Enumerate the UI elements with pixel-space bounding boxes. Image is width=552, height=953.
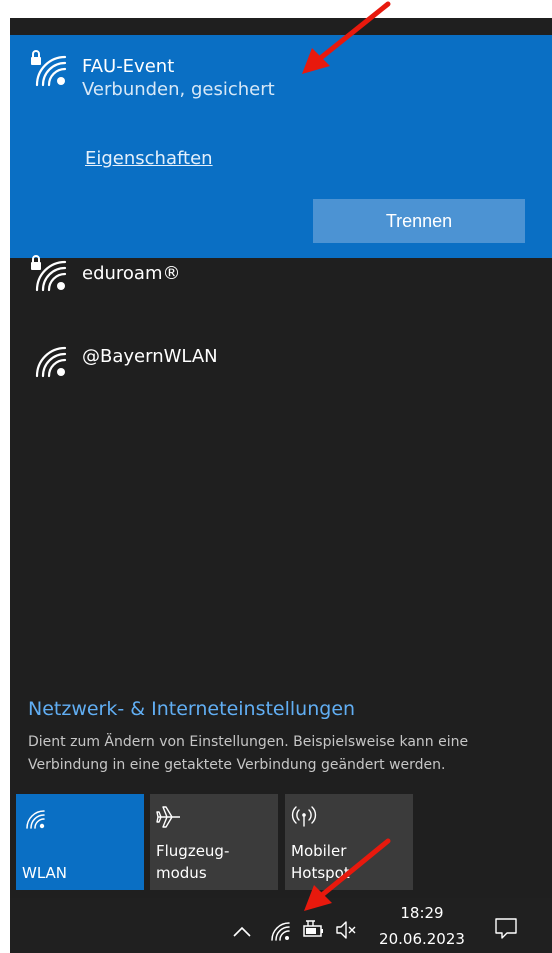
wifi-icon — [26, 810, 45, 829]
settings-description: Dient zum Ändern von Einstellungen. Beis… — [28, 734, 469, 773]
airplane-icon — [156, 806, 180, 828]
connected-network-status: Verbunden, gesichert — [82, 79, 275, 100]
annotation-arrow — [304, 838, 391, 911]
network-item-eduroam[interactable]: eduroam® — [10, 243, 552, 303]
battery-icon[interactable] — [301, 918, 325, 942]
chevron-up-icon[interactable] — [230, 920, 254, 944]
taskbar: 18:29 20.06.2023 — [10, 898, 552, 953]
properties-link[interactable]: Eigenschaften — [85, 148, 213, 169]
network-name: @BayernWLAN — [82, 346, 218, 367]
clock-date[interactable]: 20.06.2023 — [376, 930, 468, 948]
network-settings-link[interactable]: Netzwerk- & Interneteinstellungen — [28, 698, 355, 720]
network-item-bayernwlan[interactable]: @BayernWLAN — [10, 330, 552, 390]
wifi-icon — [35, 346, 67, 378]
annotation-arrow — [302, 1, 391, 74]
hotspot-icon — [291, 806, 317, 827]
tile-label: WLAN — [22, 864, 68, 882]
network-flyout: FAU-Event Verbunden, gesichert Eigenscha… — [10, 18, 552, 953]
connected-network-card[interactable]: FAU-Event Verbunden, gesichert Eigenscha… — [10, 35, 552, 258]
wifi-secured-icon — [31, 50, 67, 87]
connected-network-name: FAU-Event — [82, 56, 175, 77]
wifi-secured-icon — [31, 255, 67, 292]
airplane-mode-tile[interactable]: Flugzeug- modus — [150, 794, 278, 890]
wlan-tile[interactable]: WLAN — [16, 794, 144, 890]
disconnect-button[interactable]: Trennen — [313, 199, 525, 243]
wifi-icon[interactable] — [268, 918, 292, 942]
tile-label: Flugzeug- modus — [156, 842, 230, 882]
speaker-muted-icon[interactable] — [334, 918, 358, 942]
notification-icon[interactable] — [494, 916, 518, 940]
network-name: eduroam® — [82, 263, 181, 284]
